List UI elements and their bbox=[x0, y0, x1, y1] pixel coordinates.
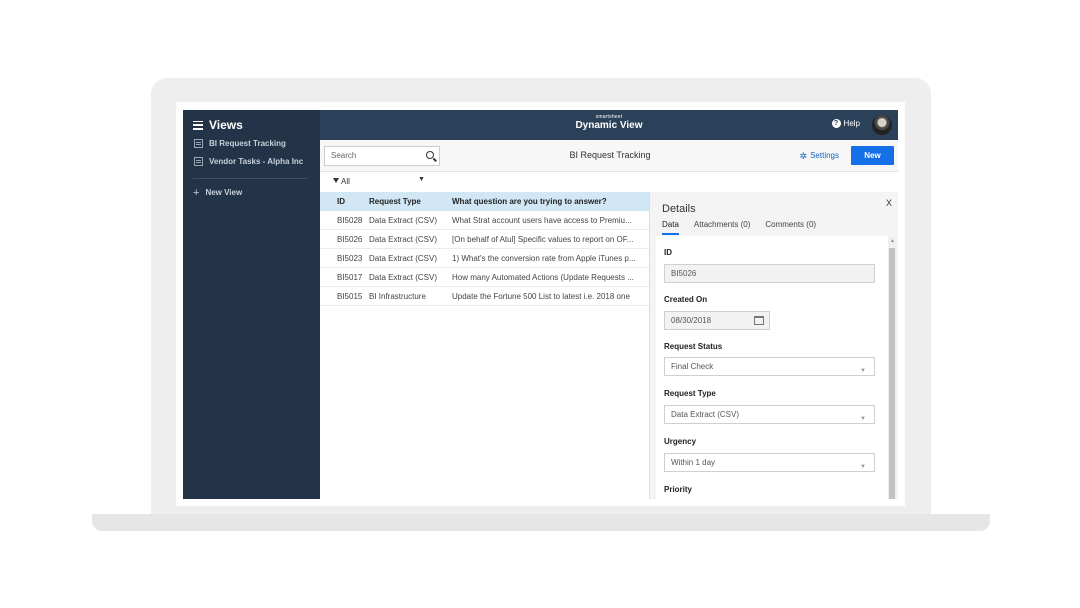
avatar[interactable] bbox=[872, 115, 892, 135]
views-title: Views bbox=[209, 118, 243, 132]
request-status-select[interactable]: Final Check ▼ bbox=[664, 357, 875, 376]
settings-label: Settings bbox=[810, 151, 839, 160]
cell-question: Update the Fortune 500 List to latest i.… bbox=[452, 291, 630, 301]
top-bar: smartsheet Dynamic View ? Help bbox=[320, 110, 898, 140]
brand-name: Dynamic View bbox=[575, 120, 643, 131]
chevron-down-icon: ▼ bbox=[860, 464, 866, 470]
table-row[interactable]: BI5028 Data Extract (CSV) What Strat acc… bbox=[320, 211, 650, 230]
sheet-icon bbox=[194, 157, 203, 166]
urgency-label: Urgency bbox=[664, 437, 697, 446]
menu-icon[interactable] bbox=[193, 120, 203, 130]
column-header-request-type[interactable]: Request Type bbox=[369, 197, 450, 206]
cell-id: BI5028 bbox=[337, 215, 363, 225]
request-type-value: Data Extract (CSV) bbox=[671, 410, 740, 419]
chevron-down-icon: ▼ bbox=[860, 368, 866, 374]
sheet-icon bbox=[194, 139, 203, 148]
help-button[interactable]: ? Help bbox=[831, 119, 860, 128]
filter-row: All ▼ bbox=[320, 172, 650, 192]
help-icon: ? bbox=[831, 119, 841, 128]
details-title: Details bbox=[662, 203, 696, 215]
tab-data[interactable]: Data bbox=[662, 220, 679, 235]
new-button[interactable]: New bbox=[851, 146, 894, 165]
new-view-label: New View bbox=[205, 188, 243, 197]
settings-button[interactable]: ✲ Settings bbox=[800, 151, 839, 160]
details-form: ID BI5026 Created On 08/30/2018 Request … bbox=[656, 236, 888, 499]
dynamic-view-app: Views BI Request Tracking Vendor Tasks -… bbox=[183, 110, 898, 499]
sidebar-item-label: Vendor Tasks - Alpha Inc bbox=[209, 157, 304, 166]
cell-request-type: Data Extract (CSV) bbox=[369, 272, 438, 282]
table-row[interactable]: BI5017 Data Extract (CSV) How many Autom… bbox=[320, 268, 650, 287]
gear-icon: ✲ bbox=[799, 150, 808, 161]
tab-comments[interactable]: Comments (0) bbox=[765, 220, 816, 235]
cell-request-type: BI Infrastructure bbox=[369, 291, 426, 301]
table-row[interactable]: BI5015 BI Infrastructure Update the Fort… bbox=[320, 287, 650, 306]
cell-request-type: Data Extract (CSV) bbox=[369, 215, 438, 225]
cell-id: BI5017 bbox=[337, 272, 363, 282]
column-header-id[interactable]: ID bbox=[320, 197, 369, 206]
created-on-field: 08/30/2018 bbox=[664, 311, 770, 330]
brand-logo: smartsheet Dynamic View bbox=[320, 114, 898, 131]
id-label: ID bbox=[664, 248, 672, 257]
filter-dropdown[interactable]: All bbox=[333, 177, 350, 186]
laptop-base bbox=[92, 514, 990, 531]
urgency-value: Within 1 day bbox=[671, 458, 716, 467]
sidebar-divider bbox=[193, 178, 307, 179]
sidebar-item-label: BI Request Tracking bbox=[209, 139, 286, 148]
chevron-down-icon[interactable]: ▼ bbox=[418, 176, 425, 183]
request-type-label: Request Type bbox=[664, 389, 716, 398]
created-on-label: Created On bbox=[664, 295, 708, 304]
cell-id: BI5015 bbox=[337, 291, 363, 301]
details-scrollbar[interactable]: ▲ bbox=[888, 236, 896, 499]
chevron-down-icon: ▼ bbox=[860, 416, 866, 422]
cell-id: BI5023 bbox=[337, 253, 363, 263]
table-row[interactable]: BI5026 Data Extract (CSV) [On behalf of … bbox=[320, 230, 650, 249]
request-type-select[interactable]: Data Extract (CSV) ▼ bbox=[664, 405, 875, 424]
toolbar: Search BI Request Tracking ✲ Settings Ne… bbox=[320, 140, 898, 172]
scrollbar-thumb[interactable] bbox=[889, 248, 895, 499]
calendar-icon[interactable] bbox=[754, 316, 764, 325]
new-view-button[interactable]: + New View bbox=[193, 186, 243, 199]
sheet-title: BI Request Tracking bbox=[569, 150, 651, 160]
search-placeholder: Search bbox=[331, 151, 357, 160]
plus-icon: + bbox=[193, 186, 200, 199]
cell-question: 1) What's the conversion rate from Apple… bbox=[452, 253, 636, 263]
cell-question: How many Automated Actions (Update Reque… bbox=[452, 272, 634, 282]
cell-question: What Strat account users have access to … bbox=[452, 215, 632, 225]
sidebar-item-bi-request-tracking[interactable]: BI Request Tracking bbox=[194, 139, 286, 148]
table-row[interactable]: BI5023 Data Extract (CSV) 1) What's the … bbox=[320, 249, 650, 268]
details-panel: Details X Data Attachments (0) Comments … bbox=[649, 192, 898, 499]
tab-attachments[interactable]: Attachments (0) bbox=[694, 220, 750, 235]
search-icon[interactable] bbox=[426, 151, 434, 159]
column-header-question[interactable]: What question are you trying to answer? bbox=[450, 197, 642, 206]
views-sidebar: Views BI Request Tracking Vendor Tasks -… bbox=[183, 110, 320, 499]
cell-id: BI5026 bbox=[337, 234, 363, 244]
request-status-label: Request Status bbox=[664, 342, 723, 351]
cell-request-type: Data Extract (CSV) bbox=[369, 234, 438, 244]
filter-icon bbox=[333, 178, 339, 183]
views-header: Views bbox=[193, 118, 243, 132]
created-on-value: 08/30/2018 bbox=[671, 316, 712, 325]
details-tabs: Data Attachments (0) Comments (0) bbox=[662, 220, 831, 235]
request-grid: ID Request Type What question are you tr… bbox=[320, 192, 650, 306]
filter-label: All bbox=[341, 177, 350, 186]
id-field: BI5026 bbox=[664, 264, 875, 283]
request-status-value: Final Check bbox=[671, 362, 714, 371]
grid-header: ID Request Type What question are you tr… bbox=[320, 192, 650, 211]
sidebar-item-vendor-tasks[interactable]: Vendor Tasks - Alpha Inc bbox=[194, 157, 303, 166]
cell-request-type: Data Extract (CSV) bbox=[369, 253, 438, 263]
scroll-up-icon[interactable]: ▲ bbox=[890, 238, 895, 244]
priority-label: Priority bbox=[664, 485, 693, 494]
help-label: Help bbox=[843, 119, 860, 128]
close-icon[interactable]: X bbox=[886, 198, 892, 208]
search-input[interactable]: Search bbox=[324, 146, 440, 166]
urgency-select[interactable]: Within 1 day ▼ bbox=[664, 453, 875, 472]
cell-question: [On behalf of Atul] Specific values to r… bbox=[452, 234, 634, 244]
